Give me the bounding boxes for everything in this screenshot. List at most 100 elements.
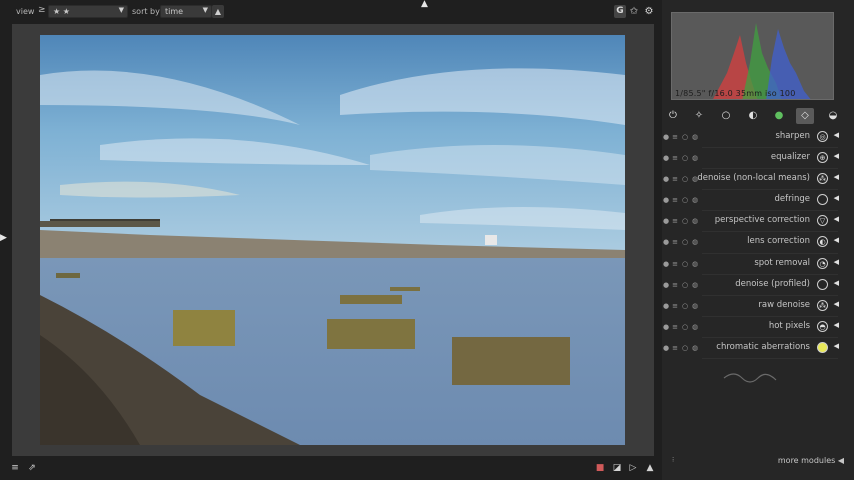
module-mask-icon[interactable]: ◍	[691, 343, 699, 353]
module-presets-icon[interactable]: ≡	[671, 174, 679, 184]
module-reset-icon[interactable]: ○	[681, 301, 689, 311]
module-row[interactable]: ● ≡ ○ ◍ defringe ◀	[662, 190, 854, 212]
module-row[interactable]: ● ≡ ○ ◍ equalizer ⊕ ◀	[662, 148, 854, 170]
module-mask-icon[interactable]: ◍	[691, 301, 699, 311]
module-instance-icon[interactable]: ●	[662, 174, 670, 184]
module-instance-icon[interactable]: ●	[662, 301, 670, 311]
grouping-icon[interactable]: G	[614, 5, 626, 18]
module-reset-icon[interactable]: ○	[681, 216, 689, 226]
sharpen-icon[interactable]: ◎	[817, 131, 828, 142]
denoise-profiled-icon[interactable]	[817, 278, 828, 290]
defringe-icon[interactable]	[817, 194, 828, 206]
module-row[interactable]: ● ≡ ○ ◍ raw denoise ⁂ ◀	[662, 296, 854, 317]
module-instance-icon[interactable]: ●	[662, 343, 670, 353]
lens-icon[interactable]: ◐	[817, 236, 828, 248]
module-mask-icon[interactable]: ◍	[691, 132, 699, 142]
equalizer-icon[interactable]: ⊕	[817, 152, 828, 164]
module-presets-icon[interactable]: ≡	[671, 301, 679, 311]
module-presets-icon[interactable]: ≡	[671, 259, 679, 269]
module-mask-icon[interactable]: ◍	[691, 153, 699, 163]
module-reset-icon[interactable]: ○	[681, 280, 689, 290]
module-mask-icon[interactable]: ◍	[691, 280, 699, 290]
module-row[interactable]: ● ≡ ○ ◍ hot pixels ◓ ◀	[662, 317, 854, 338]
module-mask-icon[interactable]: ◍	[691, 216, 699, 226]
active-modules-icon[interactable]: ⏻	[664, 108, 682, 124]
more-modules-button[interactable]: more modules ◀	[778, 456, 844, 465]
module-mask-icon[interactable]: ◍	[691, 237, 699, 247]
module-row[interactable]: ● ≡ ○ ◍ denoise (profiled) ◀	[662, 275, 854, 296]
color-group-icon[interactable]: ●	[770, 108, 788, 124]
effect-group-icon[interactable]: ◒	[824, 108, 842, 124]
module-presets-icon[interactable]: ≡	[671, 322, 679, 332]
module-mask-icon[interactable]: ◍	[691, 259, 699, 269]
basic-group-icon[interactable]: ○	[717, 108, 735, 124]
module-expand-icon[interactable]: ◀	[834, 342, 839, 350]
module-reset-icon[interactable]: ○	[681, 132, 689, 142]
module-presets-icon[interactable]: ≡	[671, 153, 679, 163]
module-mask-icon[interactable]: ◍	[691, 322, 699, 332]
module-instance-icon[interactable]: ●	[662, 280, 670, 290]
module-expand-icon[interactable]: ◀	[834, 236, 839, 244]
top-panel-toggle-icon[interactable]: ▲	[421, 0, 428, 9]
module-expand-icon[interactable]: ◀	[834, 215, 839, 223]
histogram[interactable]: 1/85.5" f/16.0 35mm iso 100	[671, 12, 834, 100]
module-reset-icon[interactable]: ○	[681, 322, 689, 332]
module-mask-icon[interactable]: ◍	[691, 195, 699, 205]
chromatic-aberrations-icon[interactable]: ●	[817, 341, 828, 353]
warning-icon[interactable]: ▲	[644, 462, 656, 474]
module-row[interactable]: ● ≡ ○ ◍ chromatic aberrations ● ◀	[662, 338, 854, 360]
module-instance-icon[interactable]: ●	[662, 195, 670, 205]
star-overlay-icon[interactable]: ✩	[628, 5, 640, 18]
module-instance-icon[interactable]: ●	[662, 153, 670, 163]
module-instance-icon[interactable]: ●	[662, 322, 670, 332]
module-reset-icon[interactable]: ○	[681, 343, 689, 353]
module-expand-icon[interactable]: ◀	[834, 258, 839, 266]
module-presets-icon[interactable]: ≡	[671, 343, 679, 353]
module-presets-icon[interactable]: ≡	[671, 195, 679, 205]
module-expand-icon[interactable]: ◀	[834, 300, 839, 308]
rating-filter-select[interactable]: ★ ★ ▼	[48, 5, 128, 18]
module-expand-icon[interactable]: ◀	[834, 152, 839, 160]
module-expand-icon[interactable]: ◀	[834, 279, 839, 287]
module-expand-icon[interactable]: ◀	[834, 194, 839, 202]
denoise-nlm-icon[interactable]: ⁂	[817, 173, 828, 185]
module-reset-icon[interactable]: ○	[681, 259, 689, 269]
module-presets-icon[interactable]: ≡	[671, 216, 679, 226]
module-row[interactable]: ● ≡ ○ ◍ denoise (non-local means) ⁂ ◀	[662, 169, 854, 191]
module-row[interactable]: ● ≡ ○ ◍ lens correction ◐ ◀	[662, 232, 854, 254]
module-expand-icon[interactable]: ◀	[834, 131, 839, 139]
perspective-icon[interactable]: ▽	[817, 215, 828, 227]
module-reset-icon[interactable]: ○	[681, 153, 689, 163]
softproof-icon[interactable]: ■	[594, 462, 606, 474]
rating-operator[interactable]: ≥	[38, 5, 46, 15]
favorites-icon[interactable]: ✧	[690, 108, 708, 124]
style-icon[interactable]: ▷	[627, 462, 639, 474]
module-expand-icon[interactable]: ◀	[834, 173, 839, 181]
tone-group-icon[interactable]: ◐	[744, 108, 762, 124]
module-instance-icon[interactable]: ●	[662, 237, 670, 247]
left-panel-toggle-icon[interactable]: ▶	[0, 233, 7, 243]
filmstrip-icon[interactable]: ⇗	[26, 462, 38, 474]
correct-group-icon[interactable]: ◇	[796, 108, 814, 124]
module-row[interactable]: ● ≡ ○ ◍ perspective correction ▽ ◀	[662, 211, 854, 233]
raw-denoise-icon[interactable]: ⁂	[817, 299, 828, 311]
spot-removal-icon[interactable]: ◔	[817, 257, 828, 269]
module-expand-icon[interactable]: ◀	[834, 321, 839, 329]
module-presets-icon[interactable]: ≡	[671, 237, 679, 247]
module-reset-icon[interactable]: ○	[681, 195, 689, 205]
hot-pixels-icon[interactable]: ◓	[817, 320, 828, 332]
module-instance-icon[interactable]: ●	[662, 259, 670, 269]
sort-select[interactable]: time ▼	[160, 5, 212, 18]
module-instance-icon[interactable]: ●	[662, 216, 670, 226]
sort-direction-button[interactable]: ▲	[212, 5, 224, 18]
module-row[interactable]: ● ≡ ○ ◍ sharpen ◎ ◀	[662, 127, 854, 149]
module-reset-icon[interactable]: ○	[681, 174, 689, 184]
gamut-check-icon[interactable]: ◪	[611, 462, 623, 474]
module-reset-icon[interactable]: ○	[681, 237, 689, 247]
module-row[interactable]: ● ≡ ○ ◍ spot removal ◔ ◀	[662, 254, 854, 275]
module-instance-icon[interactable]: ●	[662, 132, 670, 142]
module-presets-icon[interactable]: ≡	[671, 132, 679, 142]
main-photo[interactable]	[40, 35, 625, 445]
module-presets-icon[interactable]: ≡	[671, 280, 679, 290]
menu-icon[interactable]: ≡	[9, 462, 21, 474]
